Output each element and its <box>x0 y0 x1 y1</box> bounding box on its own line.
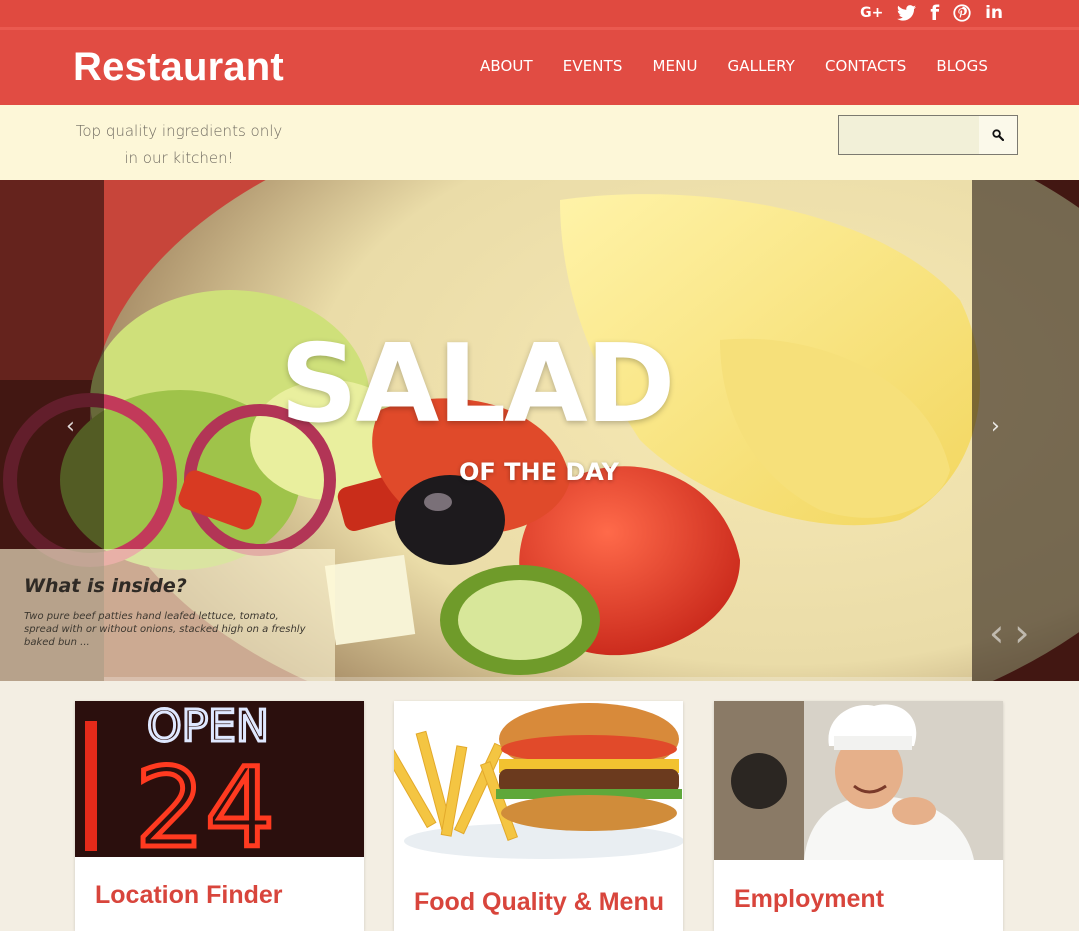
thumb-nav: ‹ › <box>989 614 1029 652</box>
caption-text: Two pure beef patties hand leafed lettuc… <box>24 611 306 648</box>
card-title[interactable]: Food Quality & Menu <box>414 888 664 917</box>
chef-image <box>714 701 1003 860</box>
nav-menu[interactable]: MENU <box>653 57 698 75</box>
linkedin-icon[interactable]: in <box>985 3 1003 23</box>
facebook-icon[interactable]: f <box>930 3 939 23</box>
slider-next-arrow[interactable]: › <box>991 414 1000 439</box>
card-location-finder[interactable]: OPEN 24 Location Finder <box>75 701 364 931</box>
slide-subtitle: OF THE DAY <box>459 458 619 486</box>
header: Restaurant ABOUT EVENTS MENU GALLERY CON… <box>0 27 1079 105</box>
tagline: Top quality ingredients only in our kitc… <box>74 118 284 172</box>
nav-gallery[interactable]: GALLERY <box>728 57 795 75</box>
twitter-icon[interactable] <box>897 5 917 21</box>
card-title[interactable]: Location Finder <box>95 881 283 910</box>
card-food-quality[interactable]: Food Quality & Menu <box>394 701 683 931</box>
slide-caption: What is inside? Two pure beef patties ha… <box>0 549 335 681</box>
social-icons: G+ f in <box>860 3 1003 23</box>
card-title[interactable]: Employment <box>734 885 884 914</box>
google-plus-icon[interactable]: G+ <box>860 3 883 23</box>
search-button[interactable] <box>979 116 1017 154</box>
search-box <box>838 115 1018 155</box>
search-input[interactable] <box>839 116 979 154</box>
card-employment[interactable]: Employment <box>714 701 1003 931</box>
svg-text:24: 24 <box>135 744 275 857</box>
tagline-line-1: Top quality ingredients only <box>75 122 283 140</box>
slider-dim-right <box>972 180 1079 681</box>
site-logo[interactable]: Restaurant <box>73 45 284 90</box>
burger-image <box>394 701 683 861</box>
neon-sign-image: OPEN 24 <box>75 701 364 857</box>
nav-events[interactable]: EVENTS <box>563 57 623 75</box>
social-bar: G+ f in <box>0 0 1079 27</box>
nav-blogs[interactable]: BLOGS <box>936 57 988 75</box>
slider-prev-arrow[interactable]: ‹ <box>66 414 75 439</box>
tagline-strip: Top quality ingredients only in our kitc… <box>0 105 1079 180</box>
tagline-line-2: in our kitchen! <box>124 149 234 167</box>
slide-title: SALAD <box>280 322 675 447</box>
caption-title: What is inside? <box>24 575 187 597</box>
pinterest-icon[interactable] <box>953 4 971 22</box>
nav-about[interactable]: ABOUT <box>480 57 533 75</box>
thumb-prev-button[interactable]: ‹ <box>989 614 1004 652</box>
search-icon <box>992 129 1004 141</box>
slide-progress-bar <box>104 677 972 681</box>
nav-contacts[interactable]: CONTACTS <box>825 57 906 75</box>
main-nav: ABOUT EVENTS MENU GALLERY CONTACTS BLOGS <box>480 57 988 75</box>
thumb-next-button[interactable]: › <box>1014 614 1029 652</box>
hero-slider: SALAD OF THE DAY ‹ › What is inside? Two… <box>0 180 1079 681</box>
